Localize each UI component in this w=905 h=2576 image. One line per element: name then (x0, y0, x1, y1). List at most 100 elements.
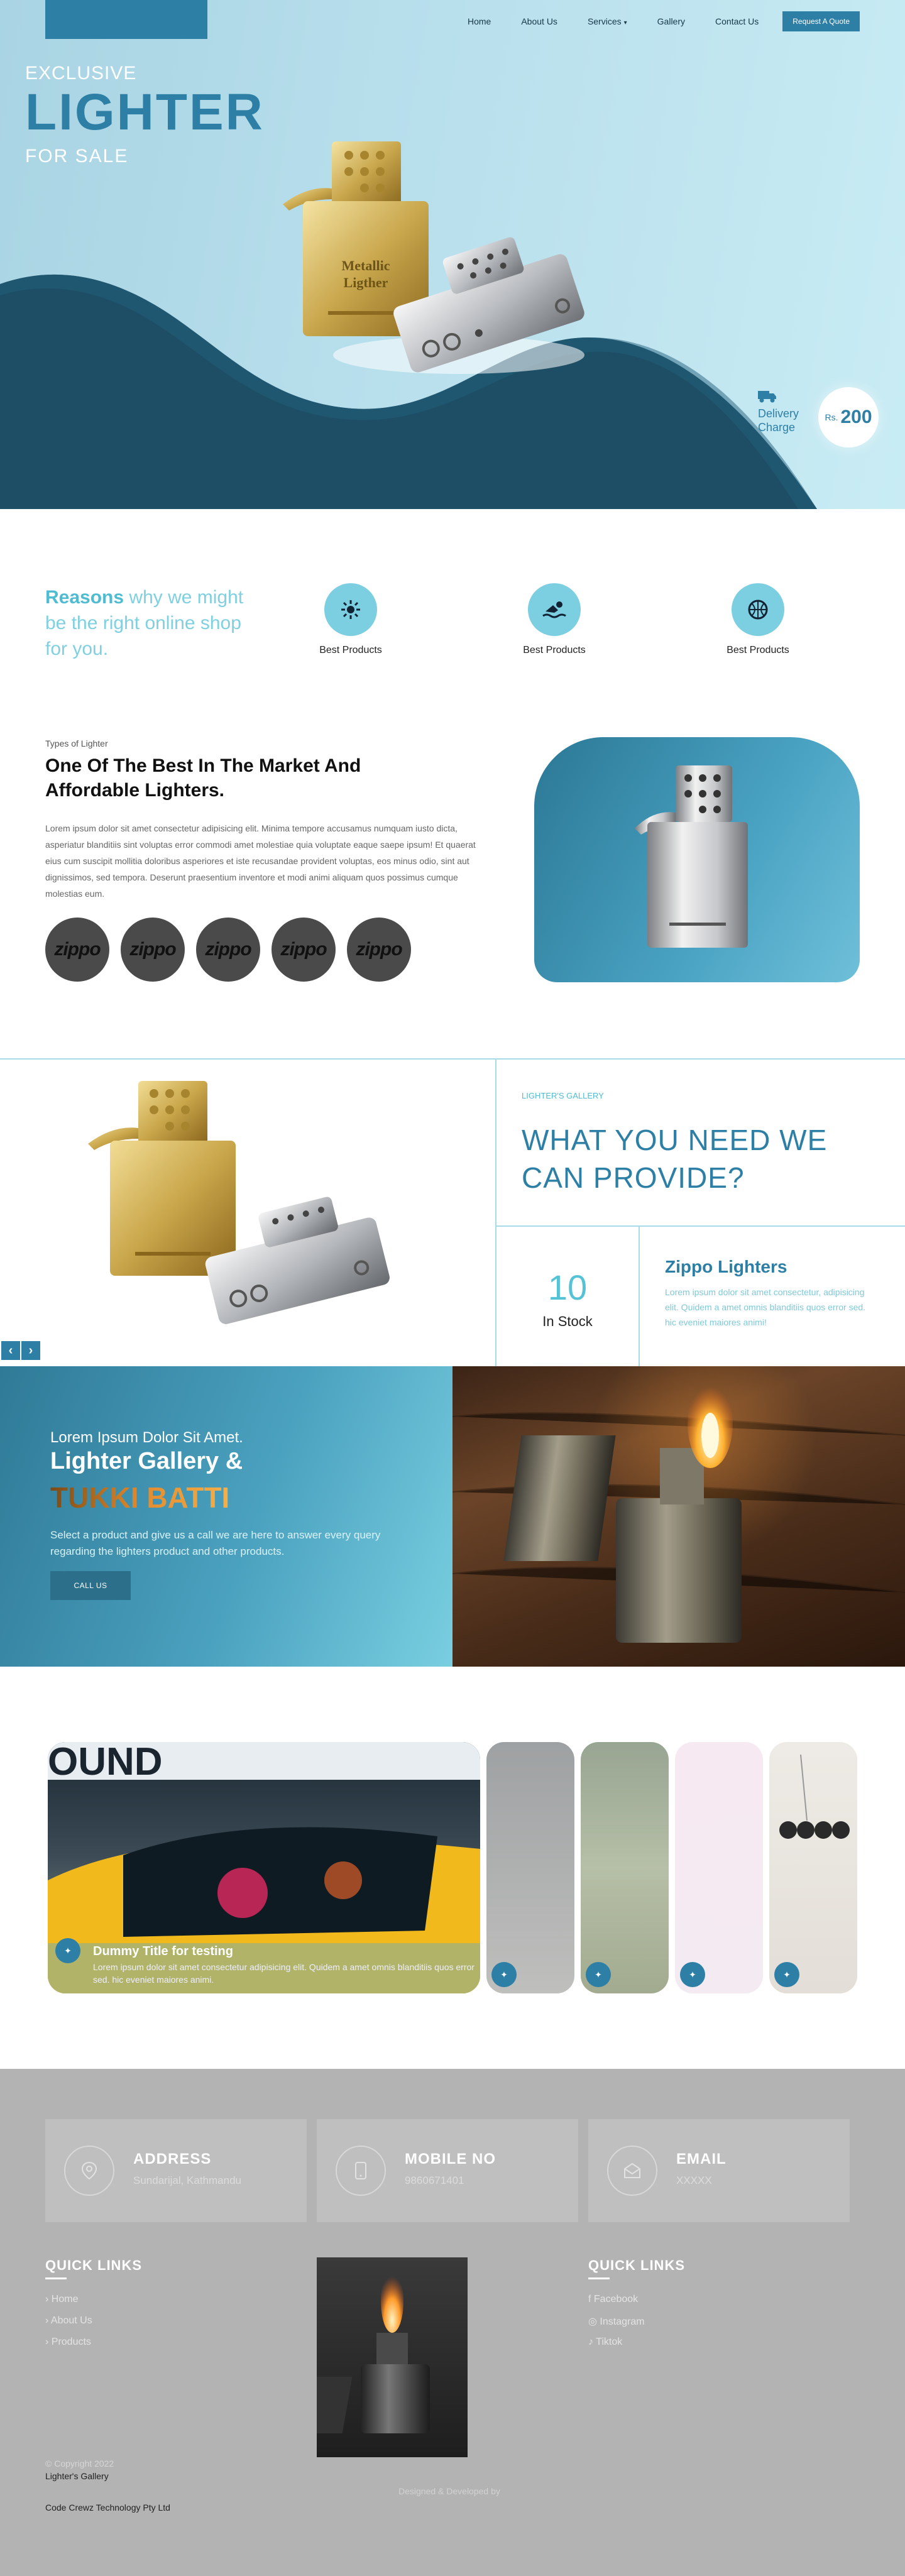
divider (639, 1225, 640, 1367)
truck-icon (758, 391, 776, 403)
facebook-icon: f (588, 2294, 594, 2305)
gold-lighter-label-1: Metallic (342, 258, 390, 273)
brand-logo-zippo[interactable]: zippo (196, 918, 260, 982)
cta-title: Lighter Gallery & (50, 1448, 243, 1474)
provide-heading: WHAT YOU NEED WE CAN PROVIDE? (522, 1124, 828, 1194)
delivery-charge-label: Delivery Charge (758, 407, 799, 434)
footer-link-label: Tiktok (596, 2337, 623, 2347)
footer-link-label: About Us (50, 2315, 92, 2326)
cta-subtitle: TUKKI BATTI (50, 1481, 230, 1514)
gallery-slide[interactable]: ✦ (581, 1742, 669, 1993)
delivery-amount: 200 (840, 407, 872, 427)
currency-label: Rs. (825, 412, 838, 422)
footer-link-about[interactable]: › About Us (45, 2315, 92, 2327)
hero-section: Home About Us Services ▾ Gallery Contact … (0, 0, 905, 509)
footer-link-products[interactable]: › Products (45, 2337, 91, 2348)
footer-link-home[interactable]: › Home (45, 2294, 78, 2305)
product-title: Zippo Lighters (665, 1257, 787, 1276)
reasons-title: Reasons why we might be the right online… (45, 584, 253, 662)
reasons-title-bold: Reasons (45, 587, 124, 608)
quick-links-title: QUICK LINKS (45, 2257, 142, 2273)
instagram-icon: ◎ (588, 2316, 600, 2327)
footer-link-label: Home (51, 2294, 79, 2305)
contact-title: ADDRESS (133, 2151, 212, 2168)
gallery-slide[interactable]: ✦ (675, 1742, 763, 1993)
footer-link-label: Instagram (600, 2316, 645, 2327)
flaming-lighter-photo (452, 1366, 905, 1667)
provide-eyebrow: LIGHTER'S GALLERY (522, 1091, 604, 1100)
feature-label: Best Products (319, 645, 382, 655)
stock-count: 10 (547, 1268, 588, 1307)
quick-links-title: QUICK LINKS (588, 2257, 685, 2273)
brand-logo-zippo[interactable]: zippo (272, 918, 336, 982)
footer-lighter-photo (317, 2257, 468, 2457)
types-product-card (534, 737, 860, 982)
run-icon[interactable]: ✦ (55, 1938, 80, 1963)
divider (588, 2277, 610, 2279)
footer-link-tiktok[interactable]: ♪ Tiktok (588, 2337, 622, 2348)
slide-sign-text: OUND (48, 1742, 163, 1784)
contact-value: Sundarijal, Kathmandu (133, 2174, 242, 2186)
basketball-icon (732, 583, 784, 636)
provide-section: LIGHTER'S GALLERY WHAT YOU NEED WE CAN P… (0, 1058, 905, 1367)
run-icon[interactable]: ✦ (586, 1962, 611, 1987)
cta-pre-title: Lorem Ipsum Dolor Sit Amet. (50, 1429, 243, 1446)
gallery-cta-section: Lorem Ipsum Dolor Sit Amet. Lighter Gall… (0, 1366, 452, 1667)
provide-lighters-image (88, 1081, 390, 1324)
brand-logo-zippo[interactable]: zippo (45, 918, 109, 982)
call-us-button[interactable]: CALL US (50, 1571, 131, 1600)
gallery-slide[interactable]: ✦ (486, 1742, 574, 1993)
prev-arrow-button[interactable]: ‹ (1, 1341, 20, 1360)
footer-link-facebook[interactable]: f Facebook (588, 2294, 638, 2305)
feature-card: Best Products (708, 583, 808, 656)
developer-name[interactable]: Code Crewz Technology Pty Ltd (45, 2502, 170, 2513)
footer: ADDRESS Sundarijal, Kathmandu MOBILE NO … (0, 2069, 905, 2576)
divider (45, 2277, 67, 2279)
types-eyebrow: Types of Lighter (45, 738, 108, 748)
next-arrow-button[interactable]: › (21, 1341, 40, 1360)
brand-logo-zippo[interactable]: zippo (347, 918, 411, 982)
types-heading: One Of The Best In The Market And Afford… (45, 755, 361, 801)
feature-card: Best Products (300, 583, 401, 656)
feature-card: Best Products (504, 583, 605, 656)
product-description: Lorem ipsum dolor sit amet consectetur, … (665, 1287, 866, 1327)
feature-label: Best Products (727, 645, 789, 655)
sun-icon (324, 583, 377, 636)
hero-lighters-image: Metallic Ligther (283, 141, 584, 374)
delivery-price-badge: Rs. 200 (818, 387, 879, 447)
designed-by-text: Designed & Developed by (398, 2486, 500, 2496)
footer-link-instagram[interactable]: ◎ Instagram (588, 2315, 645, 2328)
hero-title: LIGHTER (25, 84, 265, 141)
slide-description: Lorem ipsum dolor sit amet consectetur a… (93, 1962, 474, 1985)
copyright-text: © Copyright 2022 (45, 2458, 114, 2469)
footer-link-label: Facebook (593, 2294, 639, 2305)
divider (495, 1225, 905, 1227)
stock-label: In Stock (542, 1313, 593, 1329)
contact-value[interactable]: 9860671401 (405, 2174, 464, 2187)
mobile-icon (336, 2146, 386, 2196)
contact-value[interactable]: XXXXX (676, 2174, 712, 2187)
brand-logo-zippo[interactable]: zippo (121, 918, 185, 982)
envelope-icon (607, 2146, 657, 2196)
hero-post-title: FOR SALE (25, 146, 129, 167)
chevron-right-icon: › (45, 2294, 52, 2305)
gallery-slide[interactable]: ✦ (769, 1742, 857, 1993)
contact-card-email: EMAIL XXXXX (588, 2119, 850, 2222)
chevron-right-icon: › (45, 2315, 51, 2326)
contact-title: MOBILE NO (405, 2151, 496, 2168)
contact-card-mobile: MOBILE NO 9860671401 (317, 2119, 578, 2222)
contact-title: EMAIL (676, 2151, 727, 2168)
contact-card-address: ADDRESS Sundarijal, Kathmandu (45, 2119, 307, 2222)
types-body: Lorem ipsum dolor sit amet consectetur a… (45, 823, 476, 899)
tiktok-icon: ♪ (588, 2337, 596, 2347)
gold-lighter-label-2: Ligther (344, 275, 388, 290)
run-icon[interactable]: ✦ (491, 1962, 517, 1987)
slide-title: Dummy Title for testing (93, 1944, 233, 1958)
map-pin-icon (64, 2146, 114, 2196)
run-icon[interactable]: ✦ (680, 1962, 705, 1987)
cta-body: Select a product and give us a call we a… (50, 1529, 381, 1557)
swimmer-icon (528, 583, 581, 636)
chevron-right-icon: › (45, 2337, 52, 2347)
run-icon[interactable]: ✦ (774, 1962, 799, 1987)
company-name: Lighter's Gallery (45, 2471, 109, 2481)
